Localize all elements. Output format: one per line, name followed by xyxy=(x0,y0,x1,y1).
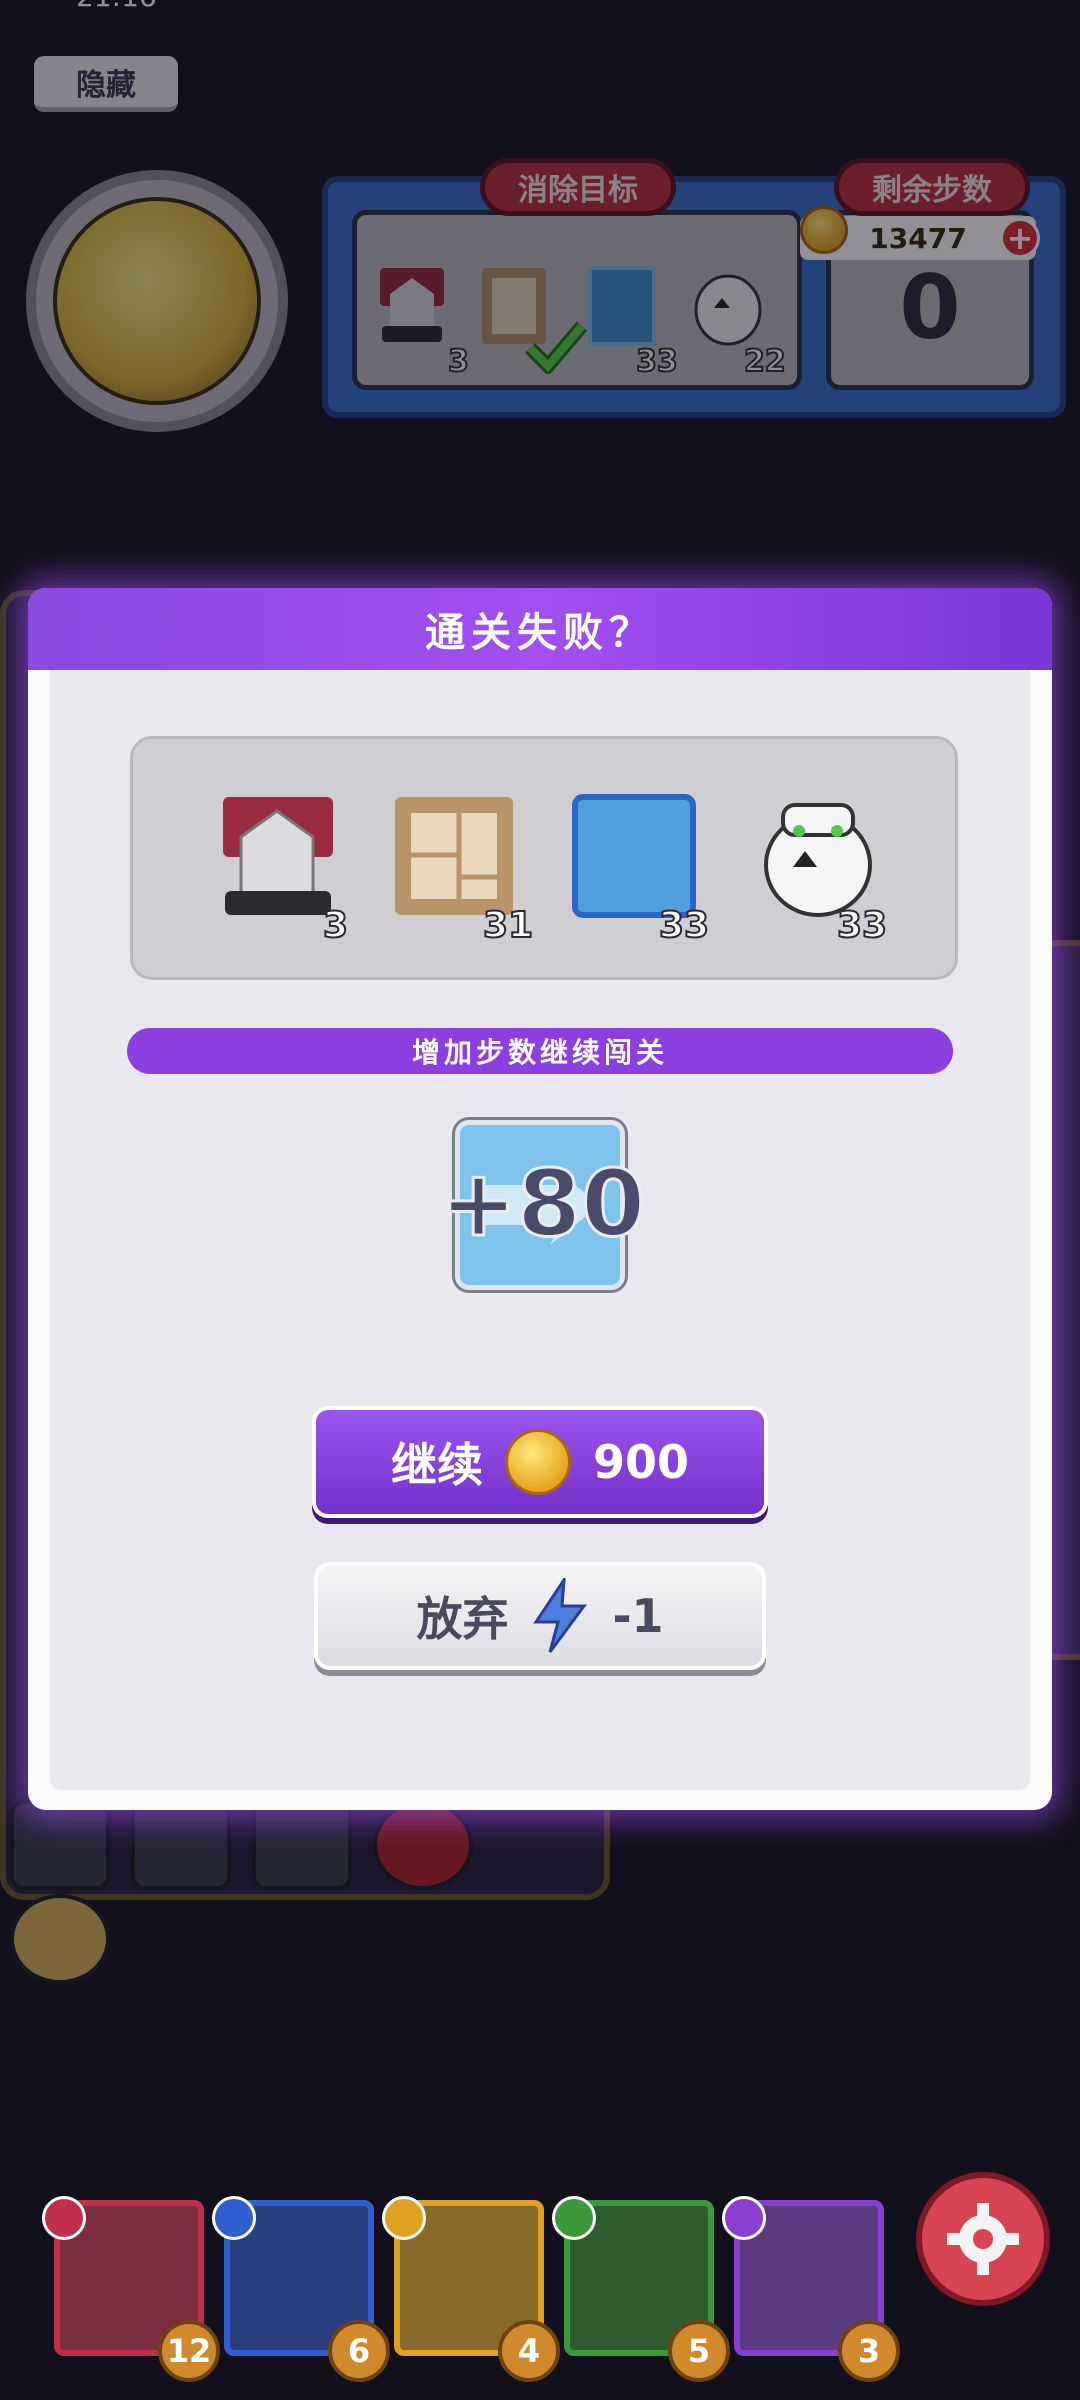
hero-skill-icon xyxy=(212,2196,256,2240)
target-count: 3 xyxy=(322,904,349,947)
target-count: 31 xyxy=(482,904,534,947)
hero-skill-icon xyxy=(42,2196,86,2240)
stone-tile-icon xyxy=(395,797,513,915)
target-count: 33 xyxy=(836,904,888,947)
settings-button[interactable] xyxy=(916,2172,1050,2306)
coin-icon xyxy=(504,1429,571,1495)
energy-bolt-icon xyxy=(533,1578,588,1653)
hero-count: 4 xyxy=(498,2320,560,2382)
continue-button[interactable]: 继续 900 xyxy=(312,1406,768,1518)
ice-block-icon xyxy=(572,794,696,918)
give-up-button[interactable]: 放弃 -1 xyxy=(314,1562,766,1670)
hero-skill-icon xyxy=(722,2196,766,2240)
hero-count: 5 xyxy=(668,2320,730,2382)
bonus-steps-value: +80 xyxy=(439,1149,647,1259)
continue-label: 继续 xyxy=(390,1438,483,1492)
continue-cost: 900 xyxy=(592,1435,690,1489)
spade-pot-icon xyxy=(764,803,872,917)
hero-skill-icon xyxy=(552,2196,596,2240)
give-up-label: 放弃 xyxy=(416,1592,509,1646)
hero-count: 6 xyxy=(328,2320,390,2382)
ribbon-banner: 增加步数继续闯关 xyxy=(127,1028,953,1074)
hero-skill-icon xyxy=(382,2196,426,2240)
hero-count: 3 xyxy=(838,2320,900,2382)
target-count: 33 xyxy=(658,904,710,947)
drill-icon xyxy=(223,797,333,915)
gear-icon xyxy=(947,2203,1019,2275)
give-up-cost: -1 xyxy=(612,1589,664,1643)
remaining-targets: 3 31 33 33 xyxy=(130,736,958,980)
hero-count: 12 xyxy=(158,2320,220,2382)
dialog-title: 通关失败？ xyxy=(28,588,1052,670)
